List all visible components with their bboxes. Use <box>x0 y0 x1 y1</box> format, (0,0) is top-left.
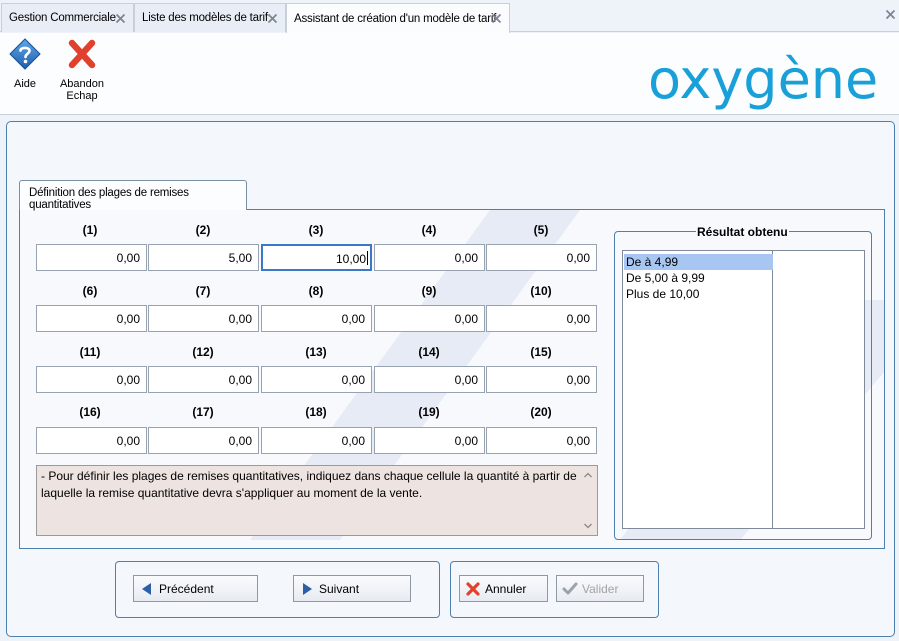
field-label: (20) <box>530 405 552 419</box>
quantity-field-14[interactable]: 0,00 <box>374 366 485 393</box>
quantity-field-1[interactable]: 0,00 <box>36 244 147 271</box>
quantity-field-18[interactable]: 0,00 <box>261 427 372 454</box>
field-label: (12) <box>192 345 214 359</box>
previous-label: Précédent <box>159 581 214 596</box>
field-value: 10,00 <box>335 252 366 266</box>
quantity-field-13[interactable]: 0,00 <box>261 366 372 393</box>
quantity-field-19[interactable]: 0,00 <box>374 427 485 454</box>
quantity-field-10[interactable]: 0,00 <box>486 305 597 332</box>
field-label: (1) <box>82 223 98 237</box>
quantity-field-16[interactable]: 0,00 <box>36 427 147 454</box>
close-tab-icon[interactable] <box>114 12 127 25</box>
toolbar: Aide Abandon Echap oxygène <box>0 33 899 115</box>
quantity-field-7[interactable]: 0,00 <box>148 305 259 332</box>
quantity-field-20[interactable]: 0,00 <box>486 427 597 454</box>
field-label: (16) <box>79 405 101 419</box>
oxygene-logo: oxygène <box>648 50 878 111</box>
abandon-label: Abandon Echap <box>59 78 105 102</box>
quantity-field-6[interactable]: 0,00 <box>36 305 147 332</box>
field-label: (6) <box>82 284 98 298</box>
field-label: (11) <box>79 345 101 359</box>
close-tab-icon[interactable] <box>490 12 503 25</box>
logo-text: oxygène <box>648 50 878 111</box>
quantity-field-4[interactable]: 0,00 <box>374 244 485 271</box>
field-label: (5) <box>533 223 549 237</box>
field-label: (3) <box>308 223 324 237</box>
result-group-title: Résultat obtenu <box>696 225 789 239</box>
arrow-left-icon <box>142 582 151 595</box>
help-text: - Pour définir les plages de remises qua… <box>41 469 577 500</box>
field-label: (7) <box>195 284 211 298</box>
cancel-button[interactable]: Annuler <box>459 575 548 602</box>
quantity-field-9[interactable]: 0,00 <box>374 305 485 332</box>
field-label: (18) <box>305 405 327 419</box>
help-button[interactable]: Aide <box>6 37 44 90</box>
field-label: (14) <box>418 345 440 359</box>
cancel-label: Annuler <box>485 581 527 596</box>
quantity-field-15[interactable]: 0,00 <box>486 366 597 393</box>
vertical-scrollbar[interactable] <box>580 467 596 534</box>
checkmark-icon <box>562 582 578 594</box>
cancel-cross-icon <box>466 581 480 596</box>
quantity-field-11[interactable]: 0,00 <box>36 366 147 393</box>
result-item[interactable]: De à 4,99 <box>624 254 773 270</box>
quantity-field-17[interactable]: 0,00 <box>148 427 259 454</box>
next-button[interactable]: Suivant <box>293 575 411 602</box>
tab-definition-plages[interactable]: Définition des plages de remises quantit… <box>19 180 247 211</box>
quantity-field-12[interactable]: 0,00 <box>148 366 259 393</box>
field-label: (2) <box>195 223 211 237</box>
tab-liste-modeles-tarif[interactable]: Liste des modèles de tarif <box>134 3 286 32</box>
result-list[interactable]: De à 4,99 De 5,00 à 9,99 Plus de 10,00 <box>622 250 865 529</box>
help-icon <box>9 38 41 70</box>
validate-label: Valider <box>582 581 619 596</box>
field-label: (13) <box>305 345 327 359</box>
tab-gestion-commerciale[interactable]: Gestion Commerciale <box>1 3 134 32</box>
abandon-cross-icon <box>68 39 96 69</box>
field-label: (8) <box>308 284 324 298</box>
document-tab-strip: Gestion Commerciale Liste des modèles de… <box>0 0 899 33</box>
tab-label: Liste des modèles de tarif <box>142 12 268 24</box>
quantity-field-8[interactable]: 0,00 <box>261 305 372 332</box>
quantity-field-3[interactable]: 10,00 <box>261 244 372 271</box>
quantity-field-5[interactable]: 0,00 <box>486 244 597 271</box>
result-item[interactable]: Plus de 10,00 <box>624 286 773 302</box>
field-label: (4) <box>421 223 437 237</box>
abandon-button[interactable]: Abandon Echap <box>56 37 108 102</box>
validate-button[interactable]: Valider <box>556 575 644 602</box>
previous-button[interactable]: Précédent <box>133 575 258 602</box>
help-label: Aide <box>13 78 37 90</box>
field-label: (10) <box>530 284 552 298</box>
result-item[interactable]: De 5,00 à 9,99 <box>624 270 773 286</box>
tab-label: Assistant de création d'un modèle de tar… <box>294 12 497 25</box>
field-label: (15) <box>530 345 552 359</box>
close-tab-icon[interactable] <box>266 12 279 25</box>
field-label: (19) <box>418 405 440 419</box>
field-label: (17) <box>192 405 214 419</box>
arrow-right-icon <box>303 582 312 595</box>
field-label: (9) <box>421 284 437 298</box>
close-all-icon[interactable] <box>884 8 897 21</box>
help-text-box[interactable]: - Pour définir les plages de remises qua… <box>36 465 598 536</box>
next-label: Suivant <box>319 581 360 596</box>
text-caret <box>367 251 368 265</box>
tab-assistant-creation[interactable]: Assistant de création d'un modèle de tar… <box>286 3 510 33</box>
quantity-field-2[interactable]: 5,00 <box>148 244 259 271</box>
